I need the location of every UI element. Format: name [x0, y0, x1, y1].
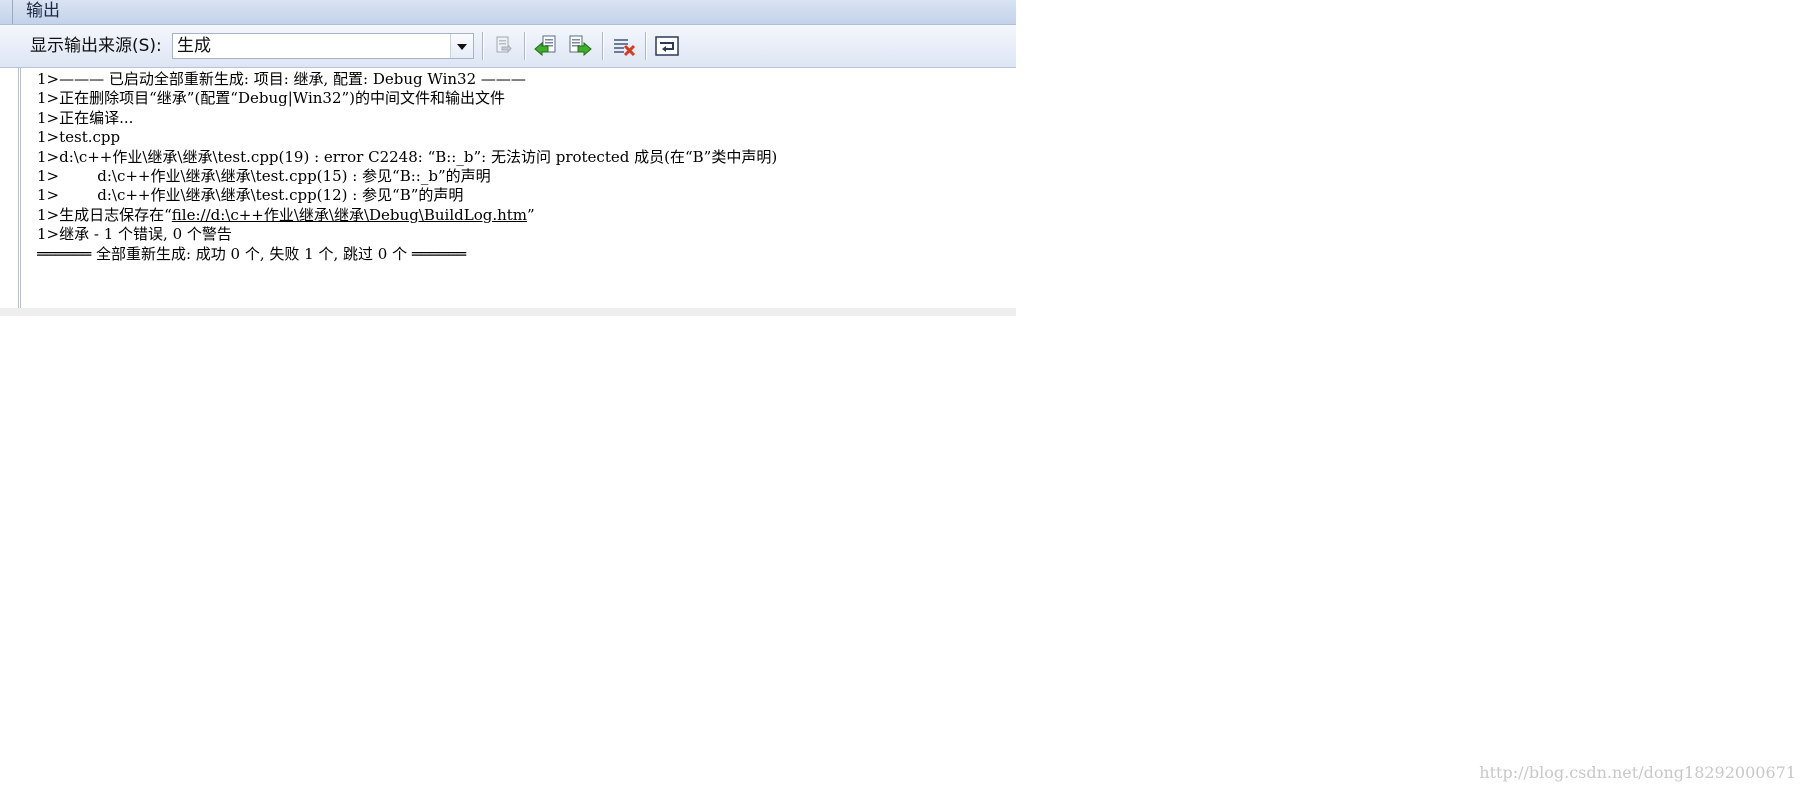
- chevron-down-icon: [457, 44, 467, 50]
- window-title: 输出: [26, 1, 60, 21]
- source-select[interactable]: 生成: [172, 33, 474, 59]
- log-line-buildlog: 1>生成日志保存在“file://d:\c++作业\继承\继承\Debug\Bu…: [37, 206, 777, 225]
- log-suffix: ”: [527, 205, 535, 224]
- output-gutter: [0, 68, 21, 316]
- previous-message-icon: [534, 35, 556, 57]
- goto-location-button[interactable]: [490, 34, 516, 58]
- word-wrap-button[interactable]: [654, 34, 680, 58]
- log-line-error[interactable]: 1>d:\c++作业\继承\继承\test.cpp(19) : error C2…: [37, 148, 777, 167]
- previous-message-button[interactable]: [533, 34, 559, 58]
- output-toolbar: 显示输出来源(S): 生成: [0, 25, 1016, 68]
- title-bar: 输出: [0, 0, 1016, 25]
- source-dropdown-button[interactable]: [450, 34, 473, 58]
- log-line: 1>正在删除项目“继承”(配置“Debug|Win32”)的中间文件和输出文件: [37, 89, 506, 108]
- source-label: 显示输出来源(S):: [30, 36, 162, 56]
- buildlog-link[interactable]: file://d:\c++作业\继承\继承\Debug\BuildLog.htm: [172, 206, 527, 224]
- build-log: 1>——— 已启动全部重新生成: 项目: 继承, 配置: Debug Win32…: [37, 70, 777, 264]
- log-line: 1>——— 已启动全部重新生成: 项目: 继承, 配置: Debug Win32…: [37, 70, 526, 88]
- next-message-icon: [569, 35, 592, 57]
- title-grip: [12, 0, 16, 24]
- toolbar-separator: [524, 32, 526, 60]
- toolbar-separator: [482, 32, 484, 60]
- pane-bottom-edge: [0, 308, 1016, 316]
- log-line-summary: 1>继承 - 1 个错误, 0 个警告: [37, 225, 232, 244]
- goto-location-icon: [496, 36, 512, 54]
- clear-all-button[interactable]: [611, 34, 637, 58]
- log-prefix: 1>生成日志保存在“: [37, 205, 172, 224]
- watermark: http://blog.csdn.net/dong18292000671: [1479, 763, 1796, 782]
- log-line: 1>正在编译...: [37, 108, 134, 127]
- source-select-value: 生成: [177, 36, 211, 56]
- log-line-result: ══════ 全部重新生成: 成功 0 个, 失败 1 个, 跳过 0 个 ══…: [37, 244, 467, 263]
- toolbar-separator: [645, 32, 647, 60]
- log-line[interactable]: 1> d:\c++作业\继承\继承\test.cpp(12) : 参见“B”的声…: [37, 186, 777, 205]
- log-line: 1>test.cpp: [37, 128, 121, 147]
- output-window: 输出 显示输出来源(S): 生成 1>——— 已启动全部重新生成: 项目: 继承…: [0, 0, 1016, 316]
- word-wrap-icon: [655, 36, 679, 56]
- next-message-button[interactable]: [567, 34, 593, 58]
- log-line[interactable]: 1> d:\c++作业\继承\继承\test.cpp(15) : 参见“B::_…: [37, 167, 777, 186]
- clear-all-icon: [614, 39, 636, 57]
- toolbar-separator: [602, 32, 604, 60]
- output-pane[interactable]: 1>——— 已启动全部重新生成: 项目: 继承, 配置: Debug Win32…: [0, 68, 1016, 316]
